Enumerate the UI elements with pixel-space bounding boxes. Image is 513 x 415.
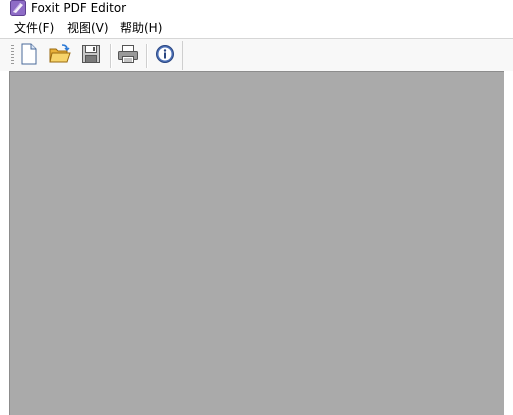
workspace-left-margin [0,71,9,415]
menu-file[interactable]: 文件(F) [14,20,54,36]
toolbar-separator [110,44,112,68]
menu-bar: 文件(F) 视图(V) 帮助(H) [0,18,513,38]
menu-help[interactable]: 帮助(H) [120,20,162,36]
foxit-app-icon [10,0,26,16]
about-button[interactable] [153,44,177,68]
document-workspace[interactable] [9,71,504,415]
toolbar-panel-edge [182,41,183,70]
window-title: Foxit PDF Editor [31,1,127,15]
open-button[interactable] [48,44,72,68]
toolbar [0,38,513,71]
print-icon [117,44,139,68]
new-document-button[interactable] [17,43,41,69]
save-button[interactable] [79,44,103,68]
toolbar-grip-handle[interactable] [11,45,14,66]
new-document-icon [19,43,39,69]
title-bar: Foxit PDF Editor [0,0,513,18]
toolbar-separator [146,44,148,68]
open-folder-icon [49,43,71,69]
info-icon [155,44,175,68]
app-window: Foxit PDF Editor 文件(F) 视图(V) 帮助(H) [0,0,513,415]
save-icon [81,44,101,68]
print-button[interactable] [116,44,140,68]
toolbar-panel [9,41,183,70]
menu-view[interactable]: 视图(V) [67,20,109,36]
workspace-right-margin [504,71,513,415]
